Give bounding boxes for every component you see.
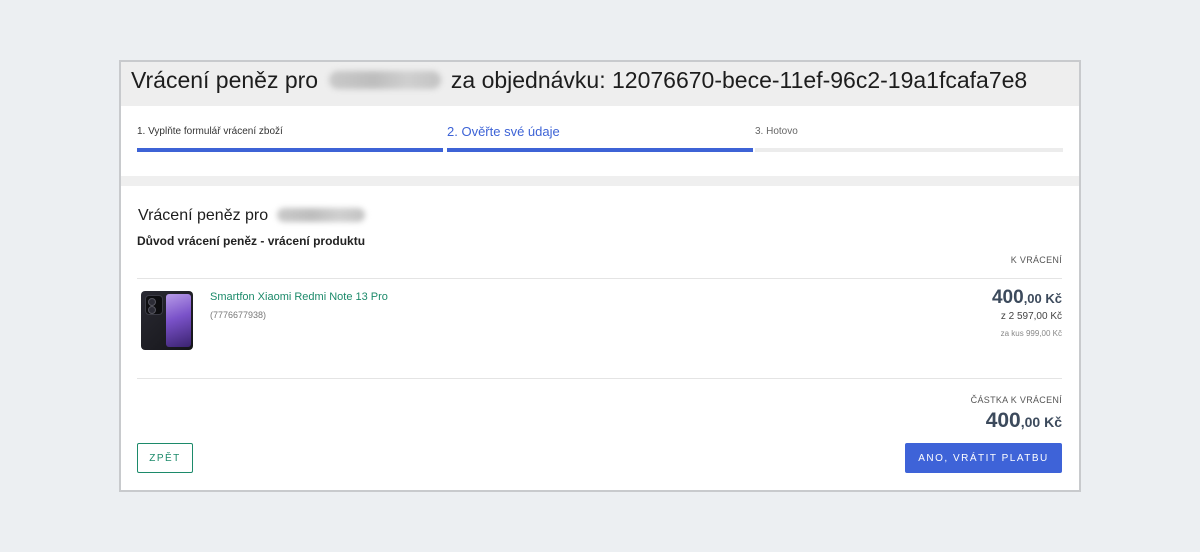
confirm-refund-button[interactable]: ANO, VRÁTIT PLATBU — [905, 443, 1062, 473]
step-verify: 2. Ověřte své údaje — [447, 106, 753, 176]
product-name-link[interactable]: Smartfon Xiaomi Redmi Note 13 Pro — [210, 291, 388, 303]
step-progress-bar — [755, 148, 1063, 152]
column-header-refund: K VRÁCENÍ — [1010, 255, 1062, 265]
step-label: 1. Vyplňte formulář vrácení zboží — [137, 126, 283, 137]
redacted-customer-name — [276, 207, 365, 222]
step-progress-bar — [447, 148, 753, 152]
refund-title-text: Vrácení peněz pro — [138, 207, 269, 224]
product-refund-amount: 400,00 Kč — [992, 287, 1062, 309]
page-title: Vrácení peněz pro za objednávku: 1207667… — [121, 62, 1079, 106]
product-unit-price: za kus 999,00 Kč — [1000, 329, 1062, 338]
product-code: (7776677938) — [210, 310, 267, 320]
step-progress-bar — [137, 148, 443, 152]
total-amount-main: 400 — [985, 409, 1021, 432]
order-id: 12076670-bece-11ef-96c2-19a1fcafa7e8 — [612, 67, 1028, 93]
step-label: 2. Ověřte své údaje — [447, 124, 560, 139]
phone-camera — [145, 295, 163, 315]
total-refund-amount: 400,00 Kč — [986, 409, 1062, 433]
back-button[interactable]: ZPĚT — [137, 443, 193, 473]
total-label: ČÁSTKA K VRÁCENÍ — [970, 395, 1062, 405]
refund-summary: Vrácení peněz pro Důvod vrácení peněz - … — [121, 186, 1079, 492]
progress-steps: 1. Vyplňte formulář vrácení zboží 2. Ově… — [121, 106, 1079, 176]
step-fill-form: 1. Vyplňte formulář vrácení zboží — [137, 106, 443, 176]
refund-reason: Důvod vrácení peněz - vrácení produktu — [137, 234, 366, 248]
amount-main: 400 — [991, 287, 1024, 308]
product-total-price: z 2 597,00 Kč — [1000, 311, 1062, 322]
divider — [137, 378, 1062, 379]
step-label: 3. Hotovo — [755, 126, 798, 137]
redacted-customer-name — [328, 70, 441, 89]
title-mid: za objednávku: — [450, 67, 606, 93]
refund-title: Vrácení peněz pro — [138, 207, 369, 225]
section-divider — [121, 176, 1079, 186]
amount-cents: ,00 Kč — [1023, 291, 1062, 306]
product-image — [141, 291, 193, 350]
divider — [137, 278, 1062, 279]
step-done: 3. Hotovo — [755, 106, 1063, 176]
title-prefix: Vrácení peněz pro — [131, 67, 319, 93]
refund-dialog: Vrácení peněz pro za objednávku: 1207667… — [119, 60, 1081, 492]
phone-screen — [166, 294, 191, 347]
total-amount-cents: ,00 Kč — [1020, 414, 1062, 430]
